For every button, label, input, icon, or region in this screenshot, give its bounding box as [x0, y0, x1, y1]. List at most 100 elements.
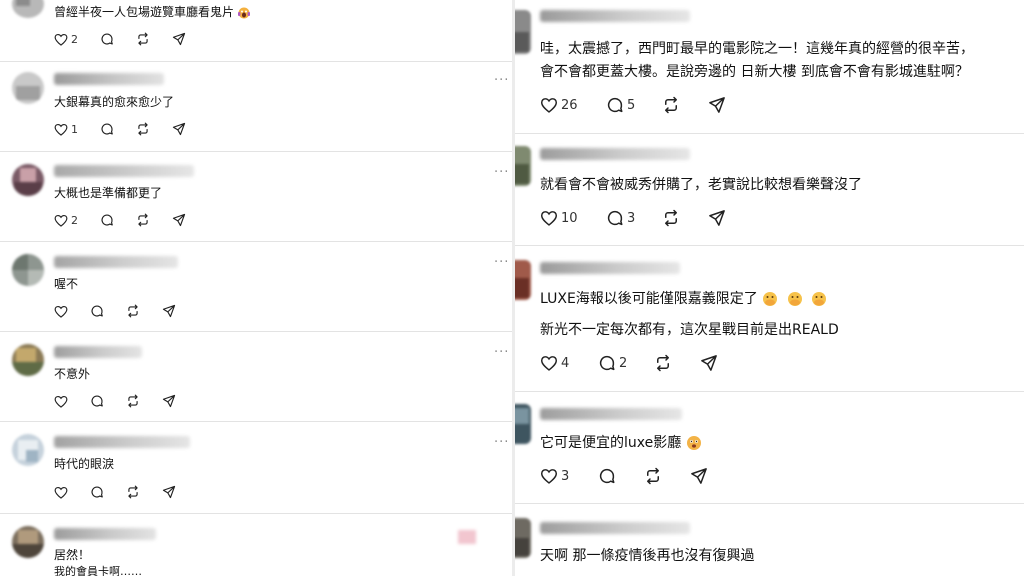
hand-over-mouth-emoji [763, 292, 778, 306]
comment-post: ··· 大銀幕真的愈來愈少了 1 [0, 62, 512, 152]
comment-icon [91, 305, 103, 317]
avatar[interactable] [12, 72, 44, 104]
reply-button[interactable]: 2 [598, 354, 654, 372]
share-button[interactable] [162, 394, 192, 408]
reply-button[interactable] [100, 122, 136, 136]
repost-button[interactable] [126, 485, 162, 499]
like-button[interactable]: 2 [54, 214, 100, 227]
username-blurred[interactable] [540, 408, 682, 420]
send-icon [162, 485, 176, 499]
like-count: 2 [71, 32, 78, 46]
reply-button[interactable] [100, 213, 136, 227]
username-blurred[interactable] [54, 528, 156, 540]
share-button[interactable] [700, 354, 730, 372]
reply-button[interactable] [100, 32, 136, 46]
avatar[interactable] [12, 254, 44, 286]
avatar[interactable] [12, 434, 44, 466]
heart-icon [540, 356, 558, 371]
username-blurred[interactable] [540, 522, 690, 534]
share-button[interactable] [162, 304, 192, 318]
username-blurred[interactable] [540, 148, 690, 160]
avatar[interactable] [515, 10, 531, 54]
more-options-icon[interactable]: ··· [494, 166, 509, 179]
astonished-face-emoji [686, 436, 701, 450]
repost-button[interactable] [136, 32, 172, 46]
like-button[interactable]: 10 [540, 210, 606, 226]
like-button[interactable]: 26 [540, 97, 606, 113]
repost-button[interactable] [662, 96, 708, 114]
reply-button[interactable] [90, 485, 126, 499]
action-bar: 2 [54, 213, 202, 227]
heart-icon [54, 305, 68, 318]
repost-button[interactable] [644, 467, 690, 485]
like-button[interactable]: 2 [54, 33, 100, 46]
share-button[interactable] [162, 485, 192, 499]
share-button[interactable] [708, 96, 738, 114]
action-bar [54, 304, 192, 318]
action-bar: 3 [540, 467, 720, 485]
repost-button[interactable] [662, 209, 708, 227]
avatar[interactable] [12, 526, 44, 558]
username-blurred[interactable] [54, 346, 142, 358]
right-comment-panel: 哇，太震撼了，西門町最早的電影院之一！這幾年真的經營的很辛苦， 會不會都更蓋大樓… [515, 0, 1024, 576]
avatar[interactable] [12, 164, 44, 196]
repost-button[interactable] [136, 213, 172, 227]
like-button[interactable] [54, 486, 90, 499]
repost-button[interactable] [126, 304, 162, 318]
reply-button[interactable] [90, 304, 126, 318]
share-button[interactable] [172, 122, 202, 136]
reply-button[interactable] [90, 394, 126, 408]
reply-button[interactable]: 3 [606, 209, 662, 227]
username-blurred[interactable] [54, 436, 190, 448]
repost-icon [128, 485, 138, 499]
more-options-icon[interactable]: ··· [494, 346, 509, 359]
username-blurred[interactable] [540, 262, 680, 274]
username-blurred[interactable] [54, 256, 178, 268]
attachment-thumbnail[interactable] [458, 530, 476, 544]
more-options-icon[interactable]: ··· [494, 436, 509, 449]
comment-text: 時代的眼淚 [54, 457, 115, 471]
comment-post: 它可是便宜的luxe影廳 3 [515, 392, 1024, 504]
username-blurred[interactable] [54, 165, 194, 177]
comment-post: ··· 時代的眼淚 [0, 422, 512, 514]
repost-button[interactable] [136, 122, 172, 136]
reply-count: 3 [627, 210, 636, 226]
reply-count: 2 [619, 355, 628, 371]
avatar[interactable] [515, 260, 531, 300]
share-button[interactable] [690, 467, 720, 485]
comment-text-line2: 新光不一定每次都有，這次星戰目前是出REALD [540, 322, 839, 338]
avatar[interactable] [515, 146, 531, 186]
like-button[interactable]: 3 [540, 468, 598, 484]
avatar[interactable] [12, 344, 44, 376]
share-button[interactable] [172, 213, 202, 227]
reply-button[interactable]: 5 [606, 96, 662, 114]
repost-button[interactable] [654, 354, 700, 372]
reply-count: 5 [627, 97, 636, 113]
action-bar: 2 [54, 32, 202, 46]
username-blurred[interactable] [54, 73, 164, 85]
more-options-icon[interactable]: ··· [494, 256, 509, 269]
username-blurred[interactable] [540, 10, 690, 22]
heart-icon [54, 123, 68, 136]
like-button[interactable]: 4 [540, 355, 598, 371]
send-icon [709, 210, 725, 226]
action-bar [54, 394, 192, 408]
hand-over-mouth-emoji [812, 292, 827, 306]
like-button[interactable] [54, 395, 90, 408]
send-icon [162, 394, 176, 408]
share-button[interactable] [172, 32, 202, 46]
like-button[interactable]: 1 [54, 123, 100, 136]
avatar[interactable] [515, 404, 531, 444]
comment-text-line2: 我的會員卡啊…… [54, 565, 142, 576]
repost-button[interactable] [126, 394, 162, 408]
repost-icon [138, 122, 148, 136]
avatar[interactable] [515, 518, 531, 558]
repost-icon [138, 32, 148, 46]
action-bar: 26 5 [540, 96, 738, 114]
more-options-icon[interactable]: ··· [494, 74, 509, 87]
like-button[interactable] [54, 305, 90, 318]
avatar[interactable] [12, 0, 44, 18]
share-button[interactable] [708, 209, 738, 227]
reply-button[interactable] [598, 467, 644, 485]
send-icon [172, 213, 186, 227]
